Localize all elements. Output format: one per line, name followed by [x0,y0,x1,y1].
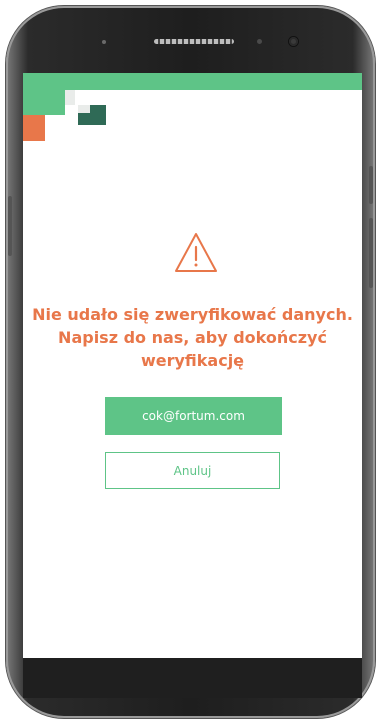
error-message-line-2: Napisz do nas, aby dokończyć [58,328,327,347]
sensor-icon [102,40,106,44]
error-message: Nie udało się zweryfikować danych. Napis… [23,303,362,372]
proximity-sensor-icon [257,39,262,44]
error-message-line-1: Nie udało się zweryfikować danych. [32,305,353,324]
error-message-line-3: weryfikację [140,351,245,370]
side-button-top [369,166,373,204]
earpiece-speaker [154,39,234,44]
cancel-button[interactable]: Anuluj [105,452,280,489]
warning-triangle-icon [175,233,217,272]
header-bar [23,73,362,90]
app-screen: Nie udało się zweryfikować danych. Napis… [23,73,362,658]
logo-orange-block [23,115,45,141]
logo-light-notch [78,105,90,113]
logo-green-block [23,90,65,115]
phone-bottom-bezel [23,658,362,698]
contact-email-button[interactable]: cok@fortum.com [105,397,282,435]
device-mockup: Nie udało się zweryfikować danych. Napis… [0,0,381,724]
power-button [369,218,373,288]
front-camera-icon [289,37,298,46]
volume-button [8,196,12,256]
logo-grey-block [65,90,75,105]
